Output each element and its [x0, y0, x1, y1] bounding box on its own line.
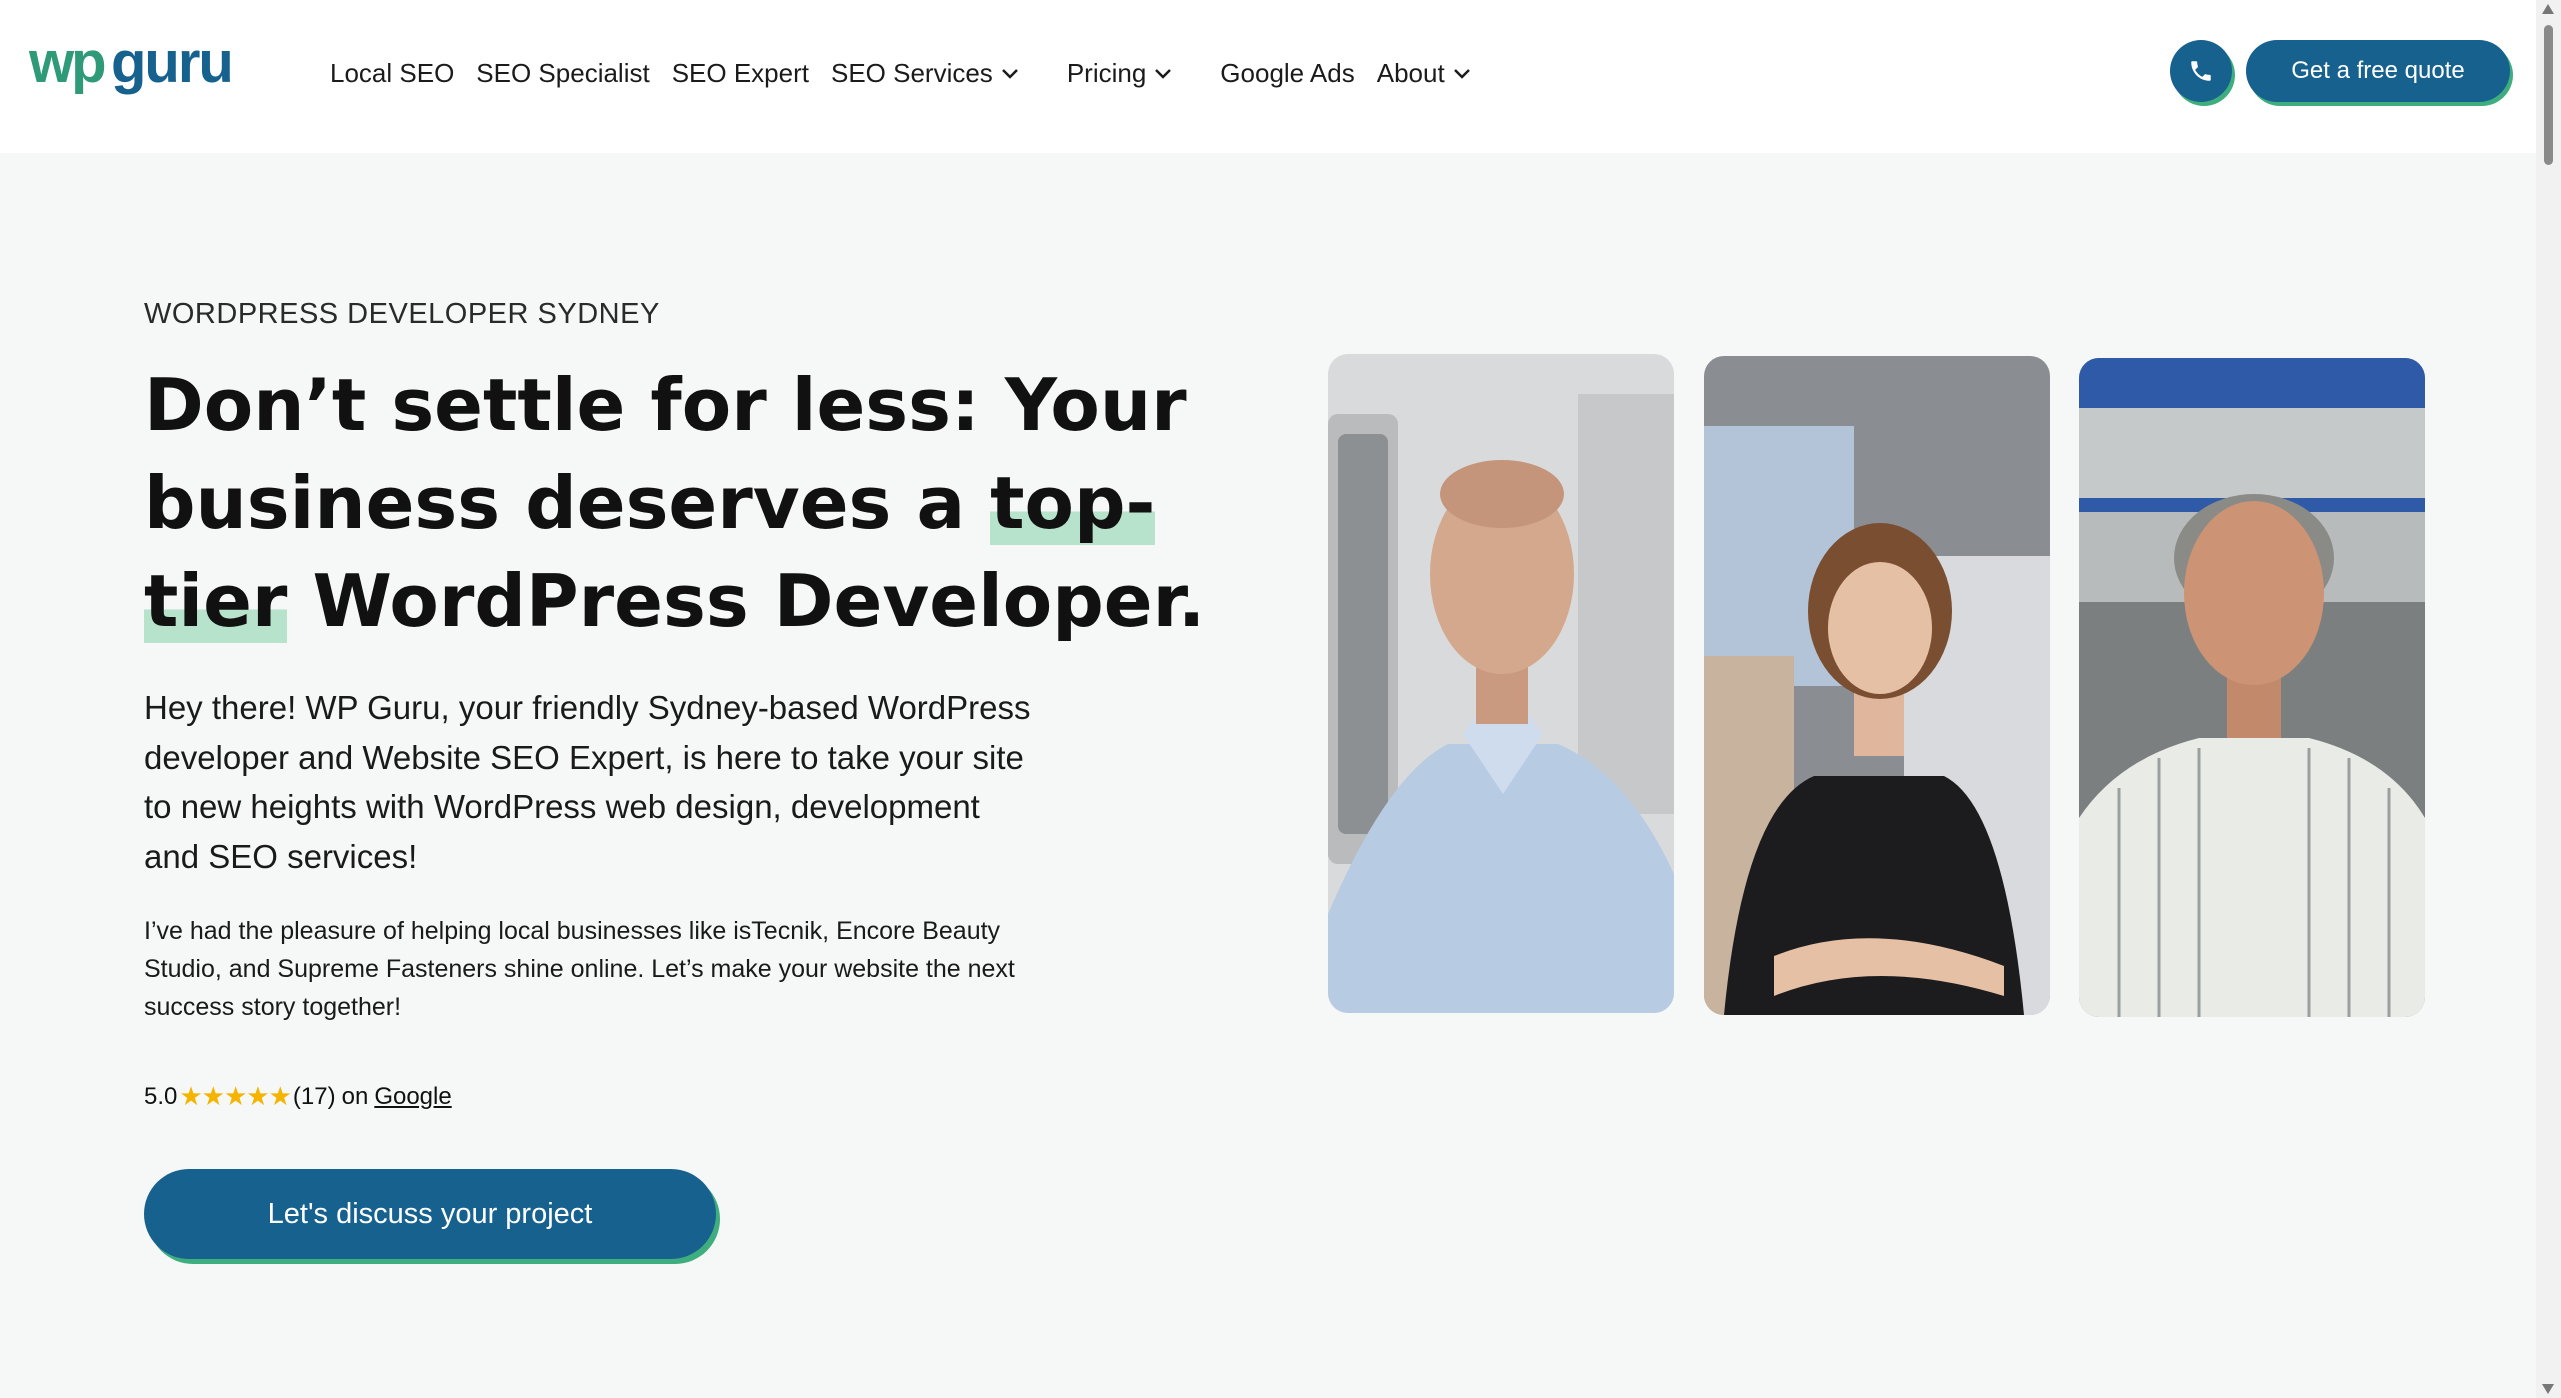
- google-reviews-link[interactable]: Google: [374, 1083, 451, 1111]
- hero-intro: Hey there! WP Guru, your friendly Sydney…: [144, 689, 1031, 875]
- hero-headline: Don’t settle for less: Your business des…: [144, 356, 1244, 650]
- nav-google-ads[interactable]: Google Ads: [1220, 58, 1354, 89]
- discuss-project-button[interactable]: Let's discuss your project: [144, 1169, 716, 1259]
- phone-icon: [2191, 61, 2211, 81]
- nav-seo-services[interactable]: SEO Services: [831, 58, 1019, 89]
- nav-seo-expert[interactable]: SEO Expert: [672, 58, 809, 89]
- nav-seo-specialist[interactable]: SEO Specialist: [476, 58, 649, 89]
- chevron-down-icon: [1155, 68, 1172, 79]
- rating-count: (17): [292, 1082, 336, 1110]
- team-photo-man-blue-shirt: [1328, 354, 1674, 1013]
- headline-part-2: WordPress Developer.: [287, 559, 1206, 643]
- star-rating-icon: ★★★★★: [179, 1081, 292, 1111]
- chevron-down-icon: [1001, 68, 1018, 79]
- svg-text:wp: wp: [29, 30, 105, 95]
- site-header: wp guru Local SEO SEO Specialist SEO Exp…: [0, 0, 2536, 153]
- rating-score: 5.0: [144, 1082, 178, 1110]
- scroll-up-arrow-icon[interactable]: [2542, 4, 2554, 14]
- google-rating: 5.0 ★★★★★ (17) on Google: [144, 1081, 452, 1112]
- nav-pricing[interactable]: Pricing: [1067, 58, 1172, 89]
- team-photo-woman-black-top: [1704, 356, 2050, 1015]
- svg-text:guru: guru: [111, 30, 232, 95]
- get-quote-button[interactable]: Get a free quote: [2246, 40, 2510, 102]
- rating-on-text: on: [341, 1082, 369, 1110]
- nav-about[interactable]: About: [1377, 58, 1471, 89]
- main-nav: Local SEO SEO Specialist SEO Expert SEO …: [330, 58, 1493, 89]
- team-photo-man-striped-shirt: [2079, 358, 2425, 1017]
- phone-button[interactable]: [2170, 40, 2232, 102]
- scroll-thumb[interactable]: [2544, 25, 2553, 165]
- nav-local-seo[interactable]: Local SEO: [330, 58, 454, 89]
- scroll-down-arrow-icon[interactable]: [2542, 1384, 2554, 1394]
- chevron-down-icon: [1453, 68, 1470, 79]
- hero-body: I’ve had the pleasure of helping local b…: [144, 917, 1015, 1021]
- hero-eyebrow: WORDPRESS DEVELOPER SYDNEY: [144, 298, 660, 330]
- wpguru-logo[interactable]: wp guru: [29, 30, 259, 110]
- page-scrollbar[interactable]: [2536, 0, 2561, 1398]
